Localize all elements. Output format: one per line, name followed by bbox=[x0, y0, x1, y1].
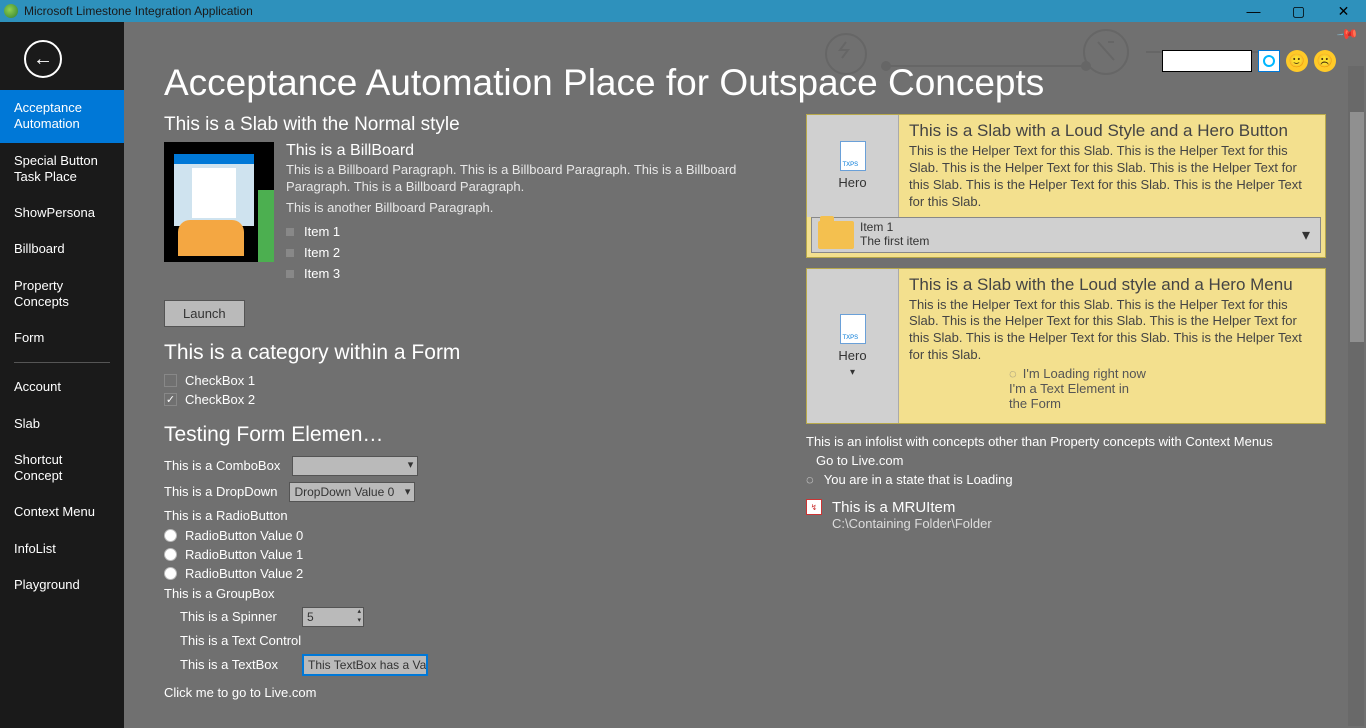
textbox[interactable]: This TextBox has a Va… bbox=[302, 654, 428, 676]
radio-0[interactable] bbox=[164, 529, 177, 542]
window-title: Microsoft Limestone Integration Applicat… bbox=[24, 4, 253, 18]
nav-billboard[interactable]: Billboard bbox=[0, 231, 124, 267]
nav-form[interactable]: Form bbox=[0, 320, 124, 356]
textcontrol-label: This is a Text Control bbox=[180, 633, 301, 648]
slab2-helper: This is the Helper Text for this Slab. T… bbox=[909, 297, 1315, 365]
loading-spinner-icon: ◌ bbox=[806, 472, 814, 487]
billboard-image bbox=[164, 142, 274, 262]
textbox-label: This is a TextBox bbox=[180, 657, 290, 672]
chevron-down-icon: ▾ bbox=[850, 367, 855, 378]
radio-1-label: RadioButton Value 1 bbox=[185, 547, 303, 562]
nav-special-button-task-place[interactable]: Special Button Task Place bbox=[0, 143, 124, 196]
back-button[interactable]: ← bbox=[24, 40, 62, 78]
infolist-label: This is an infolist with concepts other … bbox=[806, 434, 1326, 449]
spinner[interactable]: 5 bbox=[302, 607, 364, 627]
dropdown[interactable]: DropDown Value 0 bbox=[289, 482, 415, 502]
radio-group-label: This is a RadioButton bbox=[164, 508, 288, 523]
checkbox-1[interactable] bbox=[164, 374, 177, 387]
slab2-heading: This is a Slab with the Loud style and a… bbox=[909, 275, 1315, 295]
list-item[interactable]: Item 2 bbox=[286, 242, 770, 263]
hero-menu[interactable]: Hero▾ bbox=[807, 269, 899, 424]
page-title: Acceptance Automation Place for Outspace… bbox=[164, 62, 1044, 104]
radio-0-label: RadioButton Value 0 bbox=[185, 528, 303, 543]
nav-property-concepts[interactable]: Property Concepts bbox=[0, 268, 124, 321]
nav-separator bbox=[14, 362, 110, 363]
normal-slab-title: This is a Slab with the Normal style bbox=[164, 114, 770, 136]
groupbox-label: This is a GroupBox bbox=[164, 586, 275, 601]
nav-shortcut-concept[interactable]: Shortcut Concept bbox=[0, 442, 124, 495]
loading-text: I'm Loading right now bbox=[1023, 366, 1146, 381]
slab-loud-hero-menu: Hero▾ This is a Slab with the Loud style… bbox=[806, 268, 1326, 425]
combobox-label: This is a ComboBox bbox=[164, 458, 280, 473]
hero-icon bbox=[840, 314, 866, 344]
mru-item[interactable]: ↯ This is a MRUItem C:\Containing Folder… bbox=[806, 499, 1326, 531]
radio-2-label: RadioButton Value 2 bbox=[185, 566, 303, 581]
nav-account[interactable]: Account bbox=[0, 369, 124, 405]
dropdown-label: This is a DropDown bbox=[164, 484, 277, 499]
slab1-helper: This is the Helper Text for this Slab. T… bbox=[909, 143, 1315, 211]
title-bar: Microsoft Limestone Integration Applicat… bbox=[0, 0, 1366, 22]
billboard-heading: This is a BillBoard bbox=[286, 142, 770, 160]
hero-icon bbox=[840, 141, 866, 171]
launch-button[interactable]: Launch bbox=[164, 300, 245, 327]
maximize-button[interactable]: ▢ bbox=[1276, 0, 1321, 22]
content-area: 📌 🙂 ☹️ Acceptance Automation Place for O… bbox=[124, 22, 1366, 728]
radio-2[interactable] bbox=[164, 567, 177, 580]
item-dropdown[interactable]: Item 1The first item ▾ bbox=[811, 217, 1321, 253]
nav-acceptance-automation[interactable]: Acceptance Automation bbox=[0, 90, 124, 143]
mru-title: This is a MRUItem bbox=[832, 499, 992, 516]
live-link[interactable]: Click me to go to Live.com bbox=[164, 685, 770, 700]
sidebar: ← Acceptance Automation Special Button T… bbox=[0, 22, 124, 728]
scrollbar-thumb[interactable] bbox=[1350, 112, 1364, 342]
slab1-heading: This is a Slab with a Loud Style and a H… bbox=[909, 121, 1315, 141]
checkbox-1-label: CheckBox 1 bbox=[185, 373, 255, 388]
close-button[interactable]: ✕ bbox=[1321, 0, 1366, 22]
go-live-link[interactable]: Go to Live.com bbox=[816, 453, 1326, 468]
billboard-paragraph-1: This is a Billboard Paragraph. This is a… bbox=[286, 162, 770, 196]
slab-loud-hero-button: Hero This is a Slab with a Loud Style an… bbox=[806, 114, 1326, 258]
minimize-button[interactable]: — bbox=[1231, 0, 1276, 22]
list-item[interactable]: Item 1 bbox=[286, 221, 770, 242]
nav-infolist[interactable]: InfoList bbox=[0, 531, 124, 567]
category-title: This is a category within a Form bbox=[164, 341, 770, 365]
loading-spinner-icon: ◌ bbox=[1009, 366, 1017, 381]
mru-path: C:\Containing Folder\Folder bbox=[832, 516, 992, 531]
billboard-paragraph-2: This is another Billboard Paragraph. bbox=[286, 200, 770, 217]
folder-icon bbox=[818, 221, 854, 249]
testing-title: Testing Form Elemen… bbox=[164, 423, 770, 447]
text-element: I'm a Text Element in the Form bbox=[1009, 381, 1149, 411]
state-text: You are in a state that is Loading bbox=[824, 472, 1013, 487]
hero-button[interactable]: Hero bbox=[807, 115, 899, 217]
combobox[interactable] bbox=[292, 456, 418, 476]
checkbox-2-label: CheckBox 2 bbox=[185, 392, 255, 407]
nav-showpersona[interactable]: ShowPersona bbox=[0, 195, 124, 231]
billboard-list: Item 1 Item 2 Item 3 bbox=[286, 221, 770, 284]
item1-title: Item 1 bbox=[860, 221, 929, 235]
nav-playground[interactable]: Playground bbox=[0, 567, 124, 603]
radio-1[interactable] bbox=[164, 548, 177, 561]
mru-icon: ↯ bbox=[806, 499, 822, 515]
item1-sub: The first item bbox=[860, 235, 929, 249]
checkbox-2[interactable] bbox=[164, 393, 177, 406]
spinner-label: This is a Spinner bbox=[180, 609, 290, 624]
nav-slab[interactable]: Slab bbox=[0, 406, 124, 442]
app-icon bbox=[4, 4, 18, 18]
chevron-down-icon: ▾ bbox=[1292, 225, 1320, 245]
nav-context-menu[interactable]: Context Menu bbox=[0, 494, 124, 530]
list-item[interactable]: Item 3 bbox=[286, 263, 770, 284]
